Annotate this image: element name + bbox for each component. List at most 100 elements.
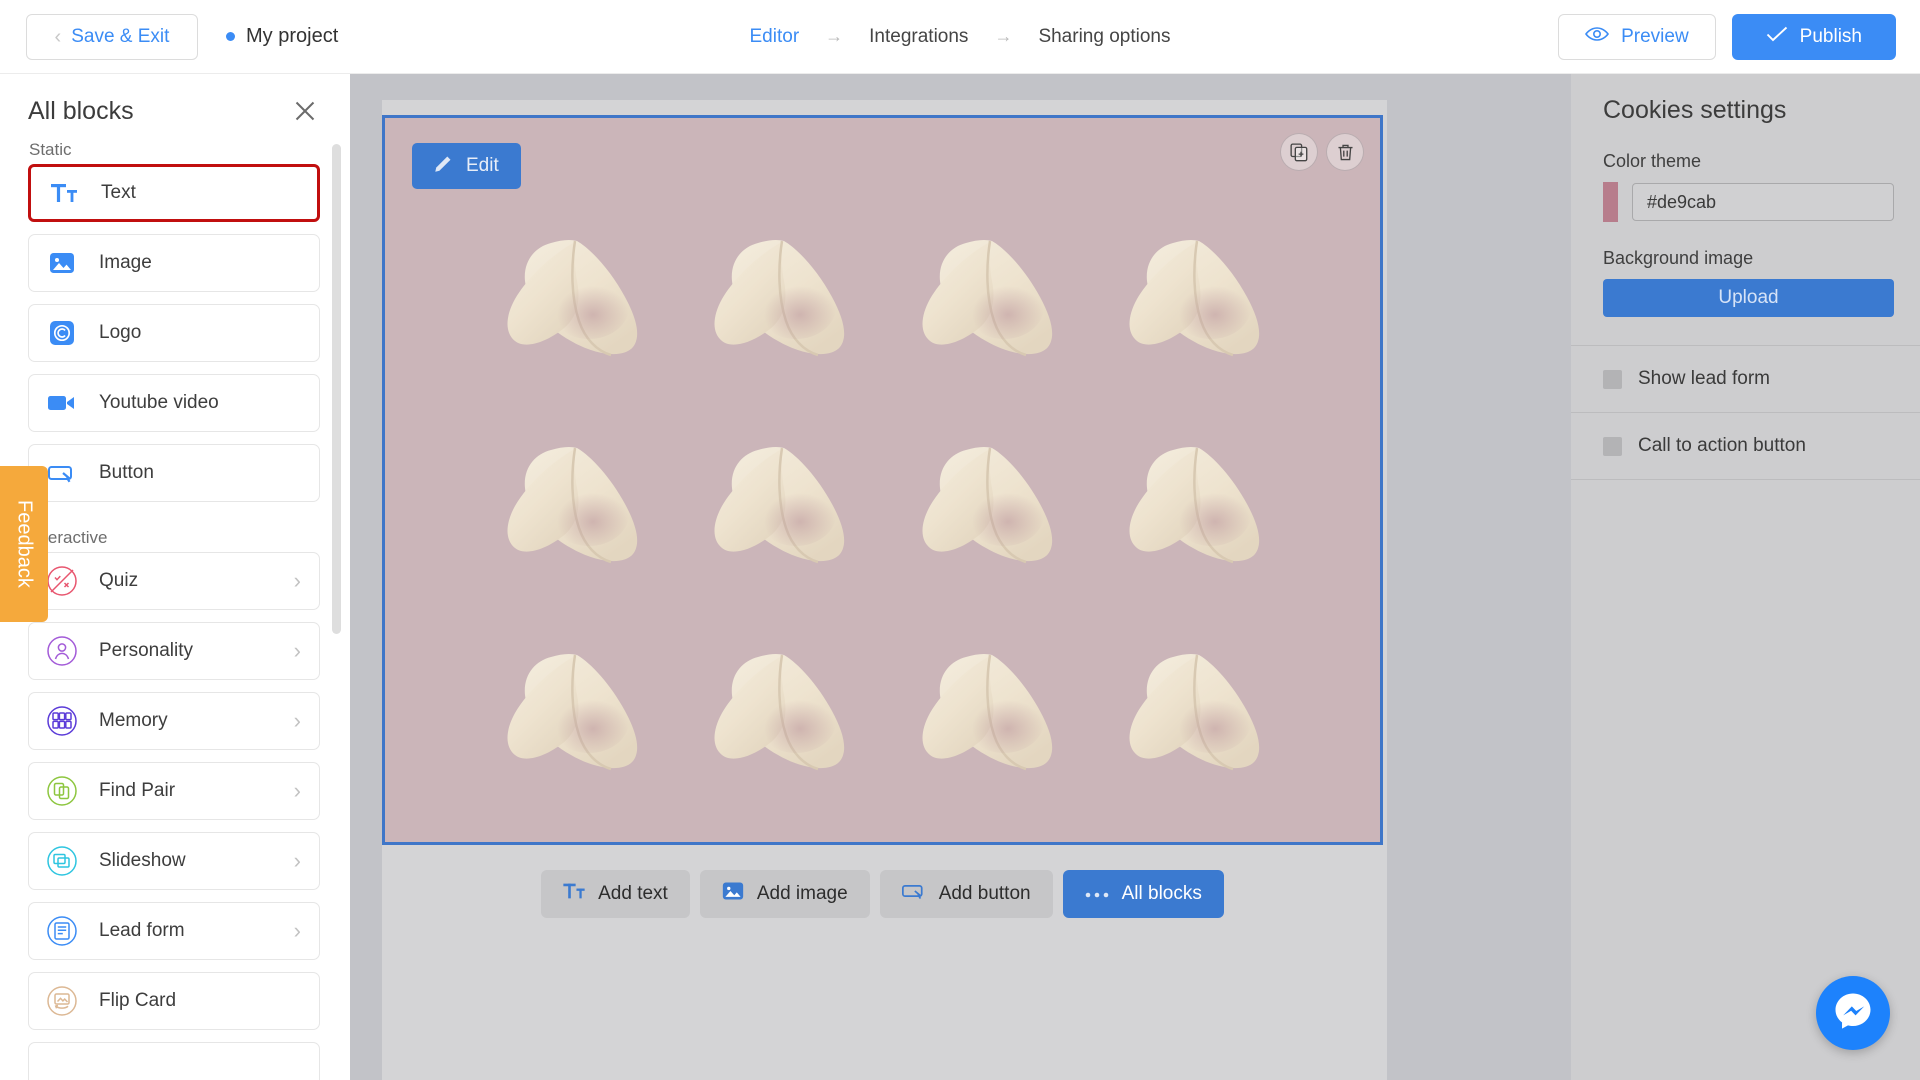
check-icon <box>1766 26 1788 48</box>
breadcrumb-item-sharing-options[interactable]: Sharing options <box>1038 26 1170 48</box>
fortune-cookie-icon <box>683 403 891 610</box>
add-text-button[interactable]: Add text <box>541 870 690 918</box>
app-root: ‹ Save & Exit My project Editor → Integr… <box>0 0 1920 1080</box>
add-block-toolbar: Add text Add image Add button All blocks <box>382 870 1383 918</box>
button-icon <box>901 882 926 906</box>
sidebar-item-label: Logo <box>99 322 142 343</box>
block-tools <box>1280 133 1364 171</box>
sidebar-item-label: Quiz <box>99 570 139 591</box>
sidebar-item-label: Find Pair <box>99 780 176 801</box>
breadcrumb-item-integrations[interactable]: Integrations <box>869 26 968 48</box>
top-bar-actions: Preview Publish <box>1558 13 1896 60</box>
messenger-chat-button[interactable] <box>1816 976 1890 1050</box>
fortune-cookie-icon <box>1098 196 1306 403</box>
selected-block[interactable]: Edit <box>382 115 1383 845</box>
fortune-cookie-icon <box>1098 609 1306 816</box>
sidebar-item-quiz[interactable]: Quiz › <box>28 552 320 610</box>
add-text-label: Add text <box>598 883 668 904</box>
sidebar-item-image[interactable]: Image <box>28 234 320 292</box>
publish-button[interactable]: Publish <box>1731 13 1896 60</box>
preview-button[interactable]: Preview <box>1558 13 1716 60</box>
sidebar-item-personality[interactable]: Personality › <box>28 622 320 680</box>
sidebar-item-lead-form[interactable]: Lead form › <box>28 902 320 960</box>
sidebar-item-memory[interactable]: Memory › <box>28 692 320 750</box>
chevron-right-icon: › <box>293 848 301 873</box>
block-edit-button[interactable]: Edit <box>412 143 521 189</box>
feedback-tab[interactable]: Feedback <box>0 466 48 622</box>
leadform-icon <box>45 914 79 948</box>
text-icon <box>563 882 585 906</box>
add-image-label: Add image <box>756 883 848 904</box>
color-theme-row <box>1571 172 1920 222</box>
sidebar-item-label: Button <box>99 462 154 483</box>
chevron-right-icon: › <box>293 568 301 593</box>
workspace: Edit Add text Add image Add button All b… <box>350 74 1571 1080</box>
eye-icon <box>1585 25 1610 49</box>
fortune-cookie-icon <box>1098 403 1306 610</box>
dots-icon <box>1085 883 1109 905</box>
checkbox-icon[interactable] <box>1603 436 1622 456</box>
sidebar-item-label: Text <box>101 182 136 203</box>
fortune-cookie-icon <box>475 609 683 816</box>
all-blocks-button[interactable]: All blocks <box>1062 870 1224 918</box>
sidebar-item-logo[interactable]: Logo <box>28 304 320 362</box>
canvas-card: Edit Add text Add image Add button All b… <box>382 100 1387 1080</box>
close-icon[interactable] <box>290 96 320 126</box>
sidebar-item-youtube-video[interactable]: Youtube video <box>28 374 320 432</box>
chevron-right-icon: › <box>293 708 301 733</box>
sidebar-item-flip-card[interactable]: Flip Card <box>28 972 320 1030</box>
sidebar-section-label-static: Static <box>29 140 72 159</box>
call-to-action-label: Call to action button <box>1638 435 1806 456</box>
sidebar-item-label: Youtube video <box>99 392 219 413</box>
sidebar-title: All blocks <box>28 96 134 125</box>
project-indicator[interactable]: My project <box>226 25 338 48</box>
save-and-exit-button[interactable]: ‹ Save & Exit <box>26 13 198 60</box>
color-theme-label: Color theme <box>1603 151 1702 171</box>
sidebar-scrollbar[interactable] <box>332 144 341 634</box>
chevron-right-icon: › <box>293 638 301 663</box>
add-button-button[interactable]: Add button <box>879 870 1053 918</box>
upload-button[interactable]: Upload <box>1603 279 1894 317</box>
messenger-icon <box>1832 990 1874 1037</box>
show-lead-form-toggle[interactable]: Show lead form <box>1571 346 1920 412</box>
duplicate-icon[interactable] <box>1280 133 1318 171</box>
personality-icon <box>45 634 79 668</box>
color-swatch[interactable] <box>1603 182 1618 222</box>
fortune-cookie-icon <box>890 609 1098 816</box>
status-dot-icon <box>226 32 235 41</box>
add-image-button[interactable]: Add image <box>699 870 870 918</box>
breadcrumb: Editor → Integrations → Sharing options <box>750 26 1171 48</box>
flipcard-icon <box>45 984 79 1018</box>
sidebar-item-button[interactable]: Button <box>28 444 320 502</box>
image-icon <box>722 880 744 908</box>
show-lead-form-label: Show lead form <box>1638 368 1771 389</box>
sidebar-static-list: Text Image Logo Youtube video Button <box>0 164 350 502</box>
chevron-right-icon: › <box>293 918 301 943</box>
publish-label: Publish <box>1799 25 1862 47</box>
checkbox-icon[interactable] <box>1603 369 1622 389</box>
breadcrumb-item-editor[interactable]: Editor <box>750 26 800 48</box>
call-to-action-toggle[interactable]: Call to action button <box>1571 413 1920 479</box>
panel-title: Cookies settings <box>1603 96 1787 124</box>
trash-icon[interactable] <box>1326 133 1364 171</box>
slideshow-icon <box>45 844 79 878</box>
sidebar-item-slideshow[interactable]: Slideshow › <box>28 832 320 890</box>
sidebar-item-label: Slideshow <box>99 850 186 871</box>
preview-label: Preview <box>1621 25 1689 47</box>
sidebar-item-text[interactable]: Text <box>28 164 320 222</box>
chevron-left-icon: ‹ <box>54 25 62 48</box>
arrow-right-icon: → <box>994 26 1013 46</box>
findpair-icon <box>45 774 79 808</box>
text-icon <box>47 182 81 204</box>
image-icon <box>45 250 79 276</box>
add-button-label: Add button <box>938 883 1031 904</box>
sidebar-item-label: Image <box>99 252 152 273</box>
color-theme-input[interactable] <box>1632 183 1894 221</box>
fortune-cookie-icon <box>890 403 1098 610</box>
panel-divider <box>1571 479 1920 480</box>
top-bar: ‹ Save & Exit My project Editor → Integr… <box>0 0 1920 74</box>
sidebar-item-partial[interactable] <box>28 1042 320 1080</box>
sidebar-interactive-list: Quiz › Personality › Memory › Find Pair … <box>0 552 350 1080</box>
sidebar-item-find-pair[interactable]: Find Pair › <box>28 762 320 820</box>
background-image-label: Background image <box>1603 248 1754 268</box>
